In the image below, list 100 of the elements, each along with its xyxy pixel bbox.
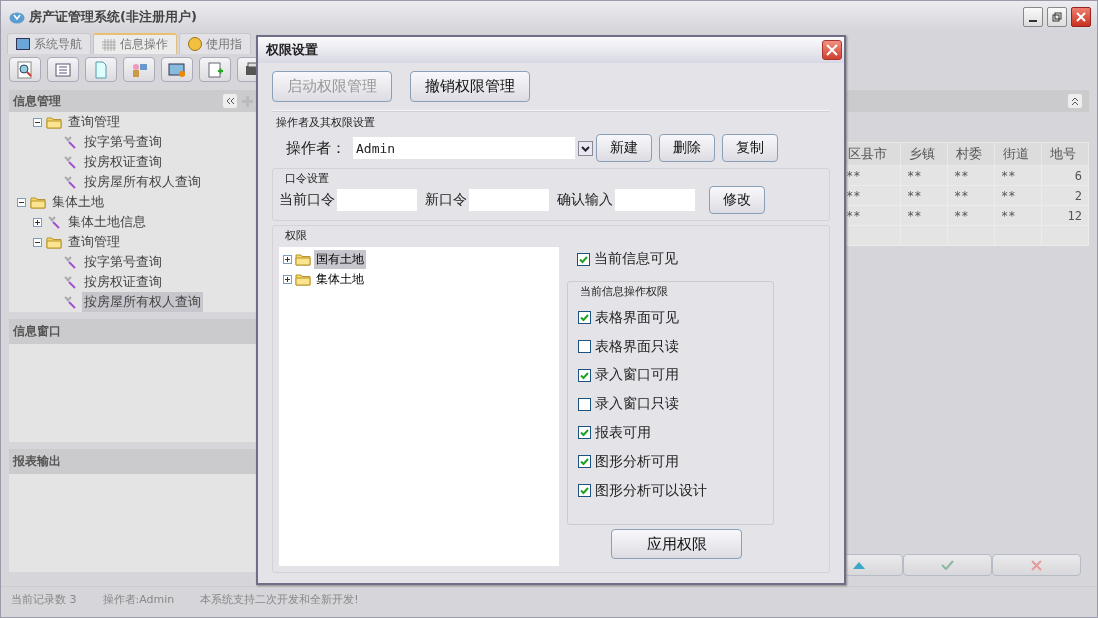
toolbar-button[interactable] [161, 57, 193, 82]
toolbar-button[interactable] [9, 57, 41, 82]
tree-item[interactable]: 国有土地 [314, 249, 366, 269]
panel-title: 信息窗口 [13, 323, 61, 340]
list-icon [54, 60, 72, 79]
close-icon [1076, 11, 1086, 22]
tree-item[interactable]: 按房权证查询 [82, 272, 164, 292]
minimize-button[interactable] [1023, 6, 1043, 27]
status-text: 操作者:Admin [102, 591, 175, 607]
monitor-icon [168, 60, 186, 79]
expand-icon[interactable] [283, 254, 292, 264]
table-cell: 12 [1041, 205, 1089, 226]
tree-item[interactable]: 按房权证查询 [82, 152, 164, 172]
checkbox-label: 报表可用 [595, 424, 651, 442]
tree-item[interactable]: 按房屋所有权人查询 [82, 172, 203, 192]
wrench-icon [62, 275, 78, 289]
collapse-button[interactable] [1067, 93, 1083, 109]
minimize-icon [1028, 19, 1038, 22]
table-cell: ** [900, 165, 948, 186]
group-title: 当前信息操作权限 [580, 284, 669, 299]
group-title: 权限 [284, 228, 308, 243]
folder-icon [30, 195, 46, 209]
checkbox[interactable] [578, 426, 591, 440]
tree-item[interactable]: 按房屋所有权人查询 [82, 292, 203, 312]
double-chevron-icon [225, 97, 235, 105]
password-field[interactable] [615, 189, 695, 211]
expand-icon[interactable] [33, 217, 42, 227]
tree-item[interactable]: 按字第号查询 [82, 132, 164, 152]
action-button[interactable]: 复制 [722, 134, 778, 162]
monitor-icon [16, 38, 30, 50]
tab[interactable]: 信息操作 [93, 33, 177, 54]
status-text: 本系统支持二次开发和全新开发! [200, 591, 359, 607]
collapse-icon[interactable] [33, 117, 42, 127]
wrench-icon [62, 155, 78, 169]
checkbox[interactable] [578, 368, 591, 382]
wrench-icon [62, 175, 78, 189]
checkbox[interactable] [578, 311, 591, 325]
tab[interactable]: 使用指 [179, 33, 251, 54]
table-cell: ** [994, 165, 1042, 186]
field-label: 确认输入 [557, 191, 613, 209]
tree-item[interactable]: 集体土地 [314, 269, 366, 289]
password-field[interactable] [337, 189, 417, 211]
folder-icon [295, 252, 311, 266]
tree-item[interactable]: 集体土地 [50, 192, 106, 212]
table-cell: ** [900, 205, 948, 226]
restore-icon [1052, 11, 1062, 22]
column-header[interactable]: 街道 [994, 142, 1042, 166]
folder-icon [46, 115, 62, 129]
table-cell: 2 [1041, 185, 1089, 206]
checkbox-label: 录入窗口只读 [595, 395, 679, 414]
cross-icon [1031, 559, 1042, 571]
table-cell: ** [947, 165, 995, 186]
tree-item[interactable]: 集体土地信息 [66, 212, 148, 232]
collapse-icon[interactable] [17, 197, 26, 207]
folder-icon [46, 235, 62, 249]
tab[interactable]: 系统导航 [7, 33, 91, 54]
action-button[interactable]: 新建 [596, 134, 652, 162]
wrench-icon [62, 135, 78, 149]
dropdown-icon [578, 140, 593, 156]
help-icon [188, 37, 202, 51]
window-title: 房产证管理系统(非注册用户) [29, 7, 197, 26]
column-header[interactable]: 乡镇 [900, 142, 948, 166]
field-label: 新口令 [425, 191, 467, 209]
checkbox[interactable] [577, 252, 590, 266]
apply-button[interactable]: 应用权限 [611, 529, 742, 559]
modify-button[interactable]: 修改 [709, 186, 765, 214]
checkbox-label: 表格界面可见 [595, 308, 679, 327]
table-cell: ** [994, 205, 1042, 226]
checkbox[interactable] [578, 340, 591, 354]
magnifier-icon [16, 60, 34, 79]
document-icon [92, 60, 110, 79]
collapse-icon[interactable] [33, 237, 42, 247]
wrench-icon [62, 255, 78, 269]
tree-item[interactable]: 查询管理 [66, 112, 122, 132]
grid-icon [102, 38, 116, 51]
triangle-icon [852, 561, 865, 569]
tree-item[interactable]: 查询管理 [66, 232, 122, 252]
checkbox-label: 图形分析可以设计 [595, 481, 707, 500]
checkbox[interactable] [578, 484, 591, 498]
column-header[interactable]: 村委 [947, 142, 995, 166]
table-cell: ** [994, 185, 1042, 206]
maximize-button[interactable] [1047, 6, 1067, 27]
field-label: 操作者： [286, 138, 346, 158]
password-field[interactable] [469, 189, 549, 211]
table-cell: ** [947, 205, 995, 226]
check-icon [941, 560, 954, 570]
collapse-button[interactable] [222, 93, 238, 109]
tree-item[interactable]: 按字第号查询 [82, 252, 164, 272]
expand-icon[interactable] [283, 274, 292, 284]
action-button[interactable]: 删除 [659, 134, 715, 162]
column-header[interactable]: 地号 [1041, 142, 1089, 166]
toolbar-button[interactable] [199, 57, 231, 82]
double-chevron-icon [1071, 96, 1079, 106]
dialog-title: 权限设置 [266, 41, 318, 59]
checkbox[interactable] [578, 397, 591, 411]
checkbox[interactable] [578, 455, 591, 469]
status-text: 当前记录数 3 [11, 591, 77, 607]
close-button[interactable] [822, 40, 842, 60]
close-button[interactable] [1071, 6, 1091, 27]
action-button[interactable]: 撤销权限管理 [410, 71, 530, 102]
